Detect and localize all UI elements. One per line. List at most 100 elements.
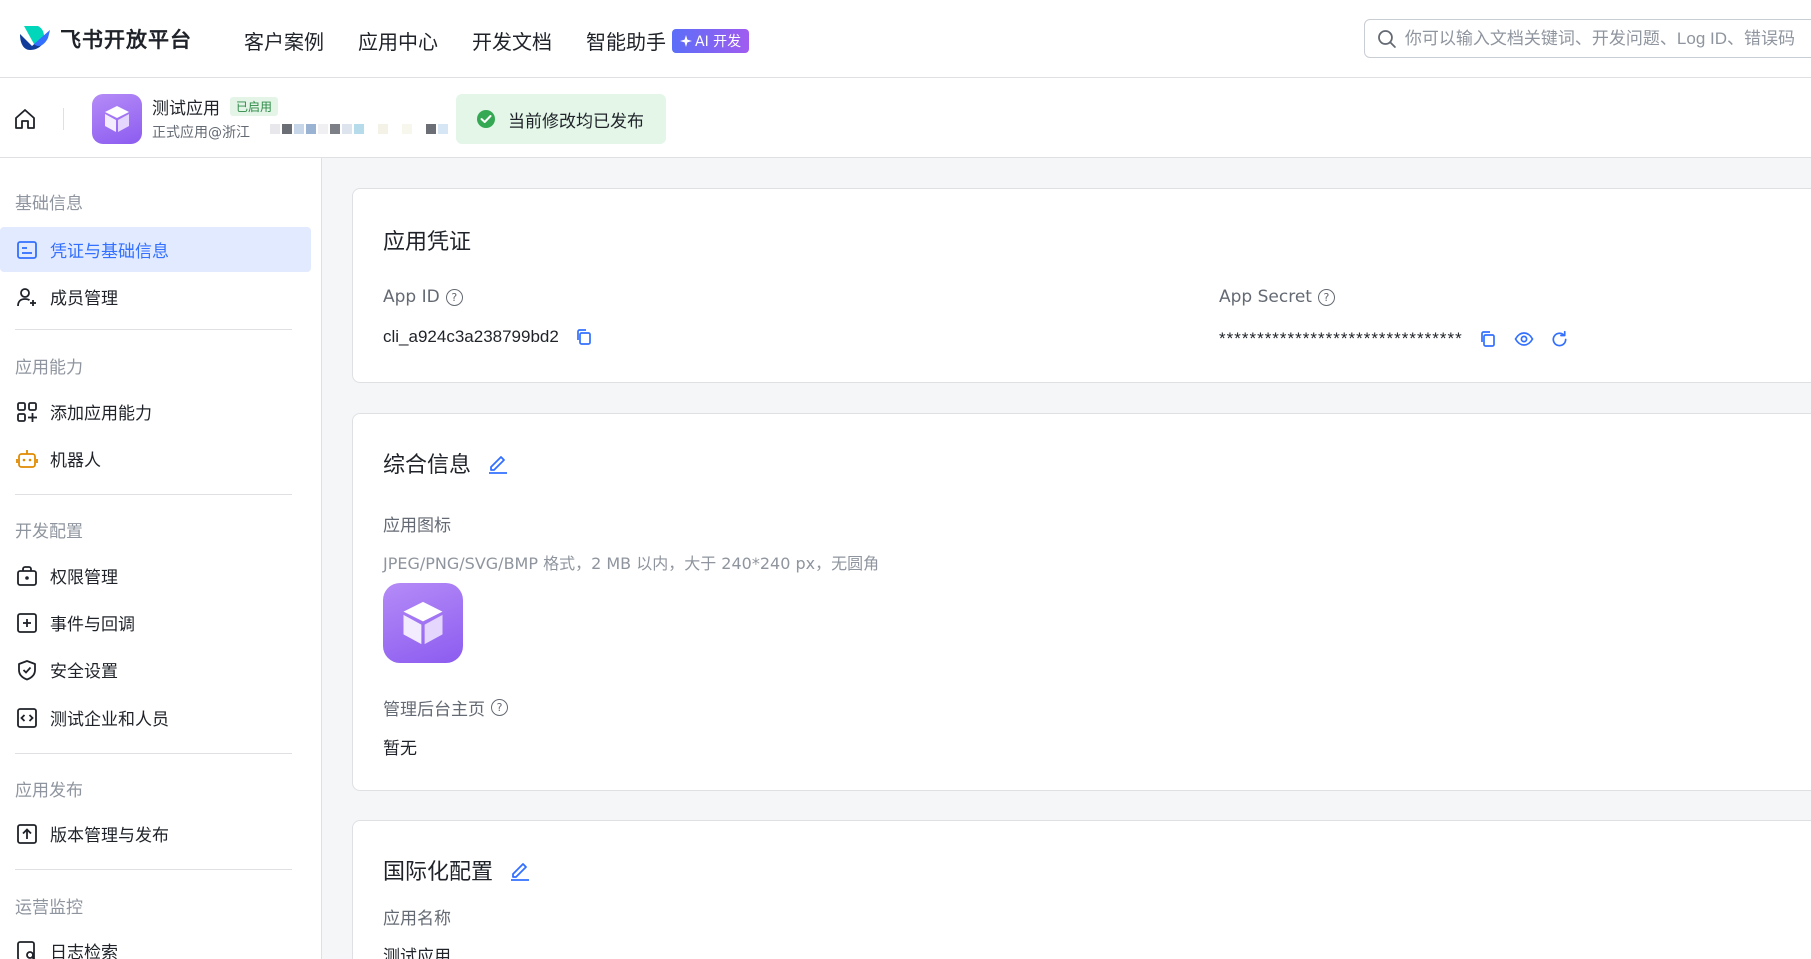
- sparkle-icon: [680, 34, 692, 47]
- app-name-value: 测试应用: [383, 947, 451, 959]
- admin-home-label-text: 管理后台主页: [383, 700, 485, 720]
- app-name: 测试应用: [152, 99, 220, 119]
- code-box-icon: [17, 707, 37, 728]
- app-secret-value: ********************************: [1219, 329, 1463, 348]
- edit-icon[interactable]: [487, 452, 509, 474]
- feishu-logo-icon: [20, 26, 50, 50]
- sidebar-item-label: 权限管理: [50, 568, 118, 588]
- sidebar-item-events[interactable]: 事件与回调: [0, 600, 311, 645]
- credentials-title-text: 应用凭证: [383, 230, 472, 255]
- sidebar: 基础信息 凭证与基础信息 成员管理 应用能力 添加应用能力 机器人 开发配置 权…: [0, 158, 322, 959]
- app-subtitle: 正式应用@浙江: [152, 125, 250, 141]
- sidebar-item-label: 版本管理与发布: [50, 826, 169, 846]
- general-info-title-text: 综合信息: [383, 453, 472, 478]
- cube-icon: [105, 106, 129, 132]
- nav-customer-cases[interactable]: 客户案例: [244, 26, 324, 55]
- edit-icon[interactable]: [509, 859, 531, 881]
- help-icon[interactable]: ?: [445, 288, 463, 306]
- sidebar-item-members[interactable]: 成员管理: [0, 274, 311, 319]
- divider: [15, 494, 292, 495]
- divider: [63, 108, 64, 130]
- help-icon[interactable]: ?: [1317, 288, 1335, 306]
- home-icon[interactable]: [13, 107, 37, 131]
- eye-icon[interactable]: [1513, 328, 1535, 350]
- app-secret-label: App Secret ?: [1219, 287, 1335, 307]
- app-secret-row: ********************************: [1219, 328, 1571, 350]
- user-add-icon: [17, 287, 36, 306]
- publish-status-text: 当前修改均已发布: [508, 111, 644, 132]
- top-navbar: 飞书开放平台 客户案例 应用中心 开发文档 智能助手 AI 开发: [0, 0, 1811, 78]
- search-input[interactable]: [1404, 28, 1811, 49]
- nav-smart-assistant[interactable]: 智能助手 AI 开发: [586, 26, 750, 55]
- admin-home-value: 暂无: [383, 739, 417, 758]
- divider: [15, 329, 292, 330]
- general-info-title: 综合信息: [383, 447, 509, 479]
- app-secret-label-text: App Secret: [1219, 287, 1312, 307]
- copy-icon[interactable]: [1477, 328, 1499, 350]
- app-icon-preview[interactable]: [383, 583, 463, 663]
- admin-home-label: 管理后台主页 ?: [383, 695, 508, 720]
- main-nav: 客户案例 应用中心 开发文档 智能助手 AI 开发: [244, 26, 750, 55]
- i18n-card: 国际化配置 应用名称 测试应用: [352, 820, 1811, 959]
- app-avatar: [92, 94, 142, 144]
- sidebar-item-log-search[interactable]: 日志检索: [0, 928, 311, 959]
- refresh-icon[interactable]: [1549, 328, 1571, 350]
- app-title-row: 测试应用 已启用: [152, 94, 279, 119]
- ai-badge: AI 开发: [672, 28, 750, 53]
- copy-icon[interactable]: [573, 326, 595, 348]
- sidebar-item-label: 安全设置: [50, 662, 118, 682]
- status-badge: 已启用: [230, 97, 279, 116]
- sidebar-section-dev-config: 开发配置: [15, 522, 83, 542]
- check-circle-icon: [477, 110, 495, 128]
- sidebar-item-test-tenants[interactable]: 测试企业和人员: [0, 695, 311, 740]
- sidebar-item-add-capability[interactable]: 添加应用能力: [0, 389, 311, 434]
- app-icon-hint: JPEG/PNG/SVG/BMP 格式，2 MB 以内，大于 240*240 p…: [383, 554, 880, 573]
- publish-status-banner: 当前修改均已发布: [456, 94, 666, 144]
- app-icon-label: 应用图标: [383, 516, 451, 536]
- sidebar-item-bot[interactable]: 机器人: [0, 436, 311, 481]
- nav-dev-docs[interactable]: 开发文档: [472, 26, 552, 55]
- divider: [15, 869, 292, 870]
- search-box[interactable]: [1364, 19, 1811, 58]
- nav-smart-assistant-label: 智能助手: [586, 30, 666, 54]
- credentials-title: 应用凭证: [383, 224, 471, 256]
- upload-box-icon: [17, 823, 37, 844]
- sidebar-item-label: 测试企业和人员: [50, 710, 169, 730]
- sidebar-item-label: 添加应用能力: [50, 404, 152, 424]
- search-icon: [1378, 29, 1396, 48]
- id-card-icon: [17, 240, 37, 259]
- divider: [15, 753, 292, 754]
- sidebar-item-label: 凭证与基础信息: [50, 242, 169, 262]
- sidebar-section-release: 应用发布: [15, 781, 83, 801]
- sidebar-section-capabilities: 应用能力: [15, 358, 83, 378]
- general-info-card: 综合信息 应用图标 JPEG/PNG/SVG/BMP 格式，2 MB 以内，大于…: [352, 413, 1811, 791]
- sidebar-item-versions[interactable]: 版本管理与发布: [0, 811, 311, 856]
- event-add-icon: [17, 612, 37, 633]
- nav-app-center[interactable]: 应用中心: [358, 26, 438, 55]
- sidebar-item-security[interactable]: 安全设置: [0, 647, 311, 692]
- sidebar-section-monitoring: 运营监控: [15, 898, 83, 918]
- app-id-label: App ID ?: [383, 287, 463, 307]
- sidebar-item-label: 日志检索: [50, 943, 118, 959]
- lock-bag-icon: [17, 565, 37, 586]
- sidebar-section-basic: 基础信息: [15, 194, 83, 214]
- apps-add-icon: [17, 401, 37, 422]
- ai-badge-label: AI 开发: [695, 33, 742, 50]
- sidebar-item-label: 事件与回调: [50, 615, 135, 635]
- sidebar-item-label: 机器人: [50, 451, 101, 471]
- help-icon[interactable]: ?: [491, 699, 508, 716]
- robot-icon: [16, 449, 38, 468]
- app-id-value: cli_a924c3a238799bd2: [383, 327, 559, 346]
- i18n-title: 国际化配置: [383, 854, 531, 886]
- app-header: 测试应用 已启用 正式应用@浙江 当前修改均已发布: [0, 78, 1811, 158]
- credentials-card: 应用凭证 App ID ? cli_a924c3a238799bd2 App S…: [352, 188, 1811, 383]
- sidebar-item-label: 成员管理: [50, 289, 118, 309]
- brand-logo[interactable]: 飞书开放平台: [18, 24, 192, 54]
- app-id-label-text: App ID: [383, 287, 440, 307]
- sidebar-item-credentials[interactable]: 凭证与基础信息: [0, 227, 311, 272]
- app-id-row: cli_a924c3a238799bd2: [383, 326, 595, 348]
- shield-check-icon: [18, 659, 36, 680]
- brand-name: 飞书开放平台: [60, 28, 192, 52]
- cube-icon: [403, 601, 443, 645]
- sidebar-item-permissions[interactable]: 权限管理: [0, 553, 311, 598]
